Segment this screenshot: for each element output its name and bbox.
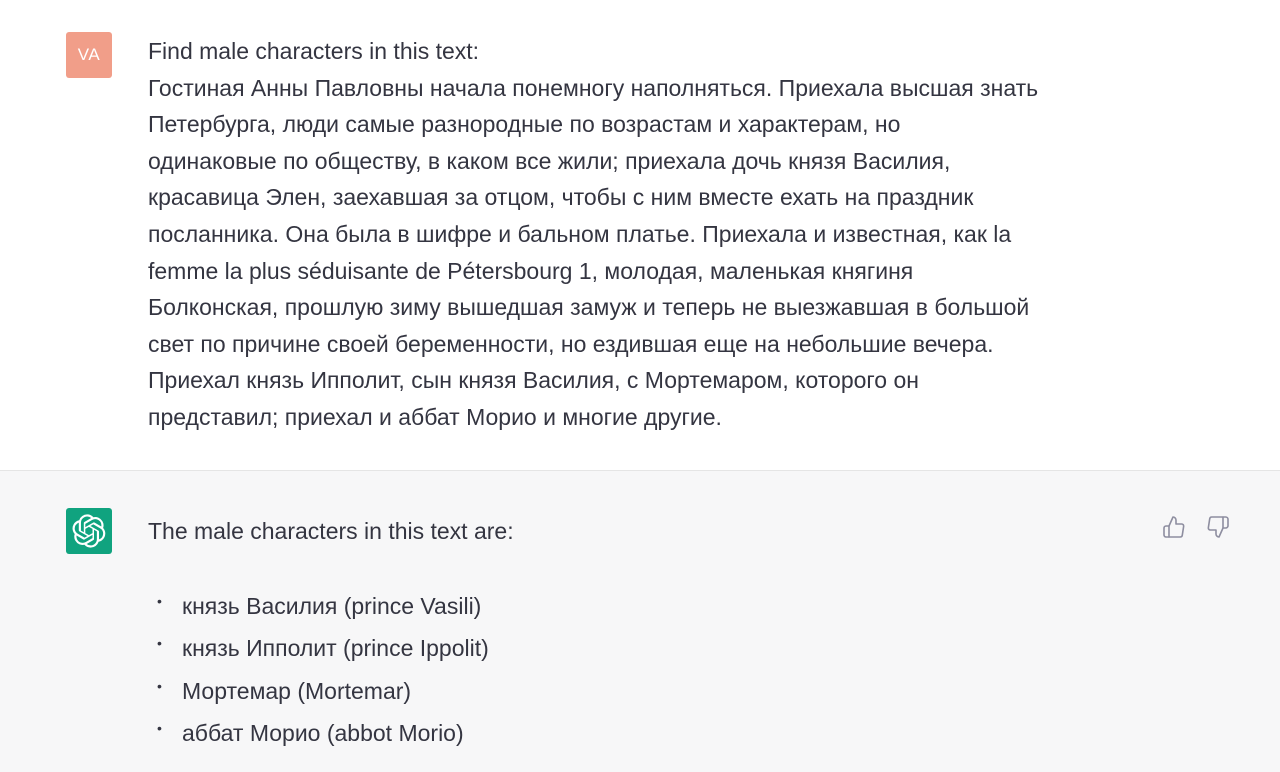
bullet-icon: • <box>157 677 162 694</box>
bullet-icon: • <box>157 635 162 652</box>
user-message-line: femme la plus séduisante de Pétersbourg … <box>148 257 914 284</box>
openai-logo-icon <box>72 514 106 548</box>
male-characters-list: • князь Василия (prince Vasili) • князь Ип… <box>148 585 489 755</box>
user-message-line: Петербурга, люди самые разнородные по во… <box>148 111 901 138</box>
thumbs-up-button[interactable] <box>1161 514 1187 540</box>
assistant-message: The male characters in this text are: • к… <box>0 471 1280 772</box>
list-item: • князь Василия (prince Vasili) <box>148 585 489 627</box>
user-message-line: Find male characters in this text: <box>148 38 480 64</box>
list-item: • аббат Морио (abbot Morio) <box>148 712 489 754</box>
user-message-line: одинаковые по обществу, в каком все жили… <box>148 147 951 174</box>
list-item: • князь Ипполит (prince Ippolit) <box>148 627 489 669</box>
bullet-icon: • <box>157 720 162 737</box>
user-avatar: VA <box>66 32 112 78</box>
assistant-intro-text: The male characters in this text are: <box>148 518 514 544</box>
user-message-line: свет по причине своей беременности, но е… <box>148 330 994 357</box>
assistant-avatar <box>66 508 112 554</box>
thumbs-down-icon <box>1207 516 1229 538</box>
user-message-line: представил; приехал и аббат Морио и мног… <box>148 403 722 430</box>
user-message-text: Find male characters in this text: Гости… <box>148 33 1158 436</box>
list-item-text: аббат Морио (abbot Morio) <box>182 720 464 747</box>
user-avatar-initials: VA <box>77 45 101 64</box>
bullet-icon: • <box>157 593 162 609</box>
user-message-line: Приехал князь Ипполит, сын князя Василия… <box>148 367 919 394</box>
list-item-text: Мортемар (Mortemar) <box>182 677 412 704</box>
user-message-line: посланника. Она была в шифре и бальном п… <box>148 220 1012 247</box>
thumbs-down-button[interactable] <box>1205 514 1231 540</box>
list-item-text: князь Ипполит (prince Ippolit) <box>182 635 489 662</box>
list-item-text: князь Василия (prince Vasili) <box>182 593 482 619</box>
user-message: VA Find male characters in this text: Го… <box>0 0 1280 471</box>
list-item: • Мортемар (Mortemar) <box>148 670 489 712</box>
thumbs-up-icon <box>1163 516 1185 538</box>
user-message-line: красавица Элен, заехавшая за отцом, чтоб… <box>148 184 974 211</box>
user-message-line: Гостиная Анны Павловны начала понемногу … <box>148 74 1039 101</box>
user-message-line: Болконская, прошлую зиму вышедшая замуж … <box>148 294 1030 321</box>
